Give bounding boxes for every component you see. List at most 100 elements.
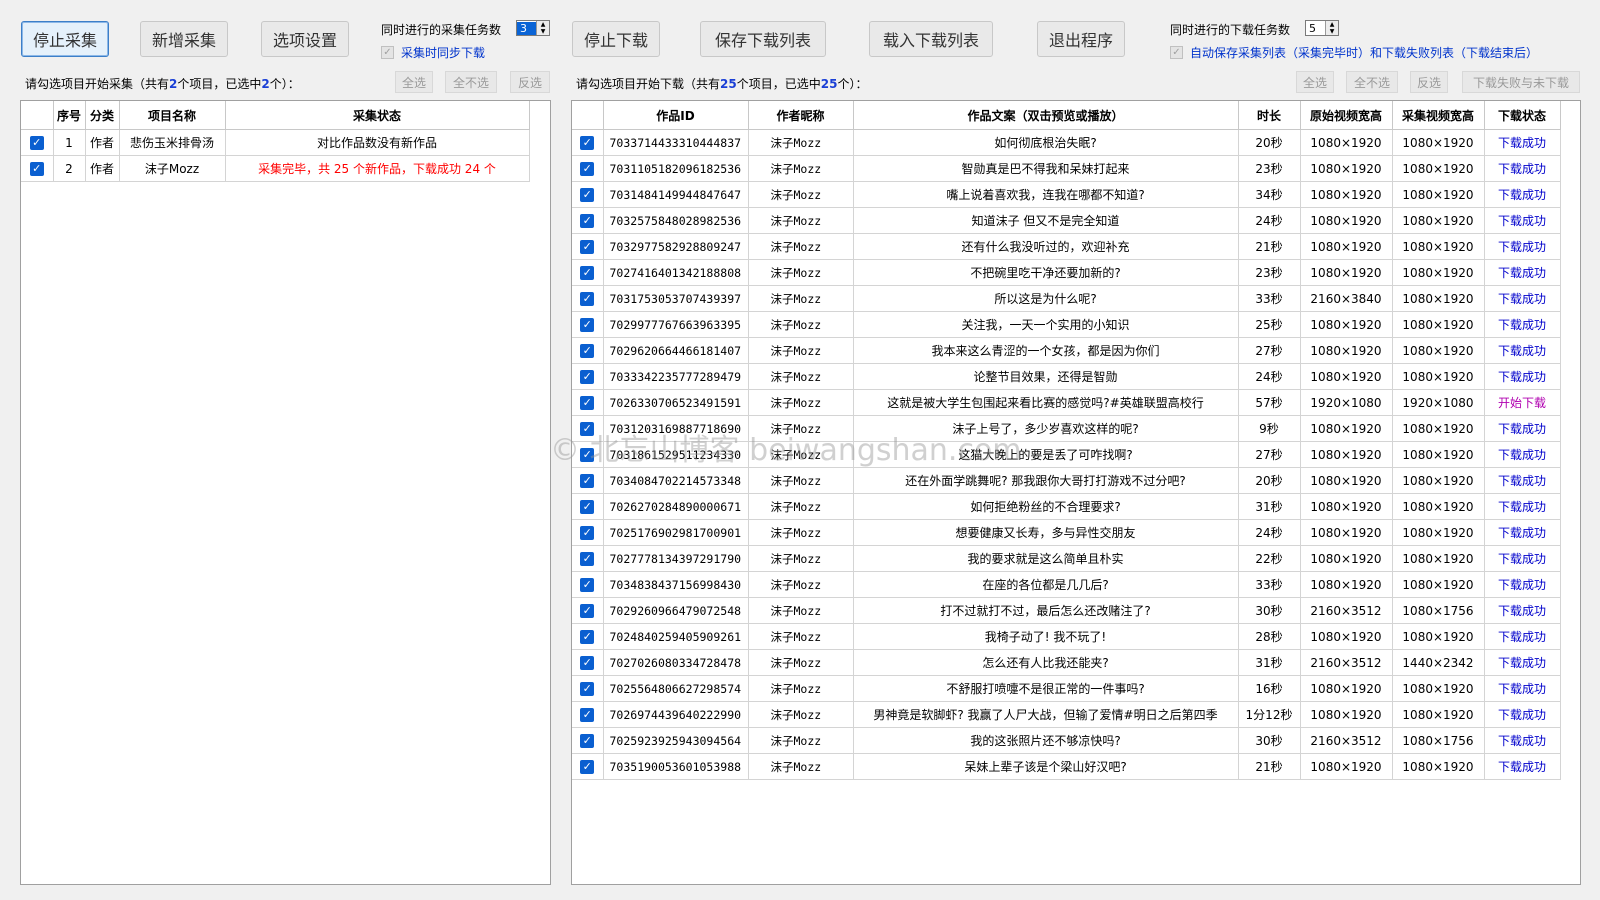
- row-work-text[interactable]: 呆妹上辈子该是个梁山好汉吧?: [853, 753, 1239, 780]
- checkbox-checked-icon[interactable]: ✓: [580, 369, 595, 384]
- table-row[interactable]: ✓ 2 作者 沫子Mozz 采集完毕，共 25 个新作品，下载成功 24 个: [21, 155, 530, 182]
- table-row[interactable]: ✓ 7031105182096182536 沫子Mozz 智勋真是巴不得我和呆妹打起来…: [572, 155, 1561, 182]
- table-row[interactable]: ✓ 7031203169887718690 沫子Mozz 沫子上号了，多少岁喜欢这样的…: [572, 415, 1561, 442]
- row-work-text[interactable]: 这猫大晚上的要是丢了可咋找啊?: [853, 441, 1239, 468]
- row-checkbox[interactable]: ✓: [572, 129, 604, 156]
- table-row[interactable]: ✓ 7031753053707439397 沫子Mozz 所以这是为什么呢? 33秒 21…: [572, 285, 1561, 312]
- row-work-text[interactable]: 知道沫子 但又不是完全知道: [853, 207, 1239, 234]
- table-row[interactable]: ✓ 7024840259405909261 沫子Mozz 我椅子动了! 我不玩了! 28…: [572, 623, 1561, 650]
- checkbox-checked-icon[interactable]: ✓: [580, 759, 595, 774]
- checkbox-checked-icon[interactable]: ✓: [580, 525, 595, 540]
- collect-header-no[interactable]: 序号: [53, 101, 86, 130]
- row-checkbox[interactable]: ✓: [572, 493, 604, 520]
- row-work-text[interactable]: 我的这张照片还不够凉快吗?: [853, 727, 1239, 754]
- row-checkbox[interactable]: ✓: [572, 415, 604, 442]
- row-work-text[interactable]: 在座的各位都是几几后?: [853, 571, 1239, 598]
- table-row[interactable]: ✓ 7034084702214573348 沫子Mozz 还在外面学跳舞呢? 那我跟你…: [572, 467, 1561, 494]
- table-row[interactable]: ✓ 7027416401342188808 沫子Mozz 不把碗里吃干净还要加新的? 2…: [572, 259, 1561, 286]
- checkbox-checked-icon[interactable]: ✓: [29, 135, 44, 150]
- table-row[interactable]: ✓ 7033342235777289479 沫子Mozz 论整节目效果，还得是智勋 24…: [572, 363, 1561, 390]
- stop-download-button[interactable]: 停止下载: [572, 21, 660, 57]
- download-list-panel[interactable]: 作品ID 作者昵称 作品文案（双击预览或播放） 时长 原始视频宽高 采集视频宽高…: [571, 100, 1581, 885]
- row-checkbox[interactable]: ✓: [572, 571, 604, 598]
- row-checkbox[interactable]: ✓: [572, 701, 604, 728]
- checkbox-checked-icon[interactable]: ✓: [580, 135, 595, 150]
- row-work-text[interactable]: 这就是被大学生包围起来看比赛的感觉吗?#英雄联盟高校行: [853, 389, 1239, 416]
- autosave-checkbox[interactable]: ✓ 自动保存采集列表（采集完毕时）和下载失败列表（下载结束后）: [1170, 44, 1538, 61]
- download-header-author[interactable]: 作者昵称: [748, 101, 854, 130]
- table-row[interactable]: ✓ 7025923925943094564 沫子Mozz 我的这张照片还不够凉快吗? 3…: [572, 727, 1561, 754]
- checkbox-checked-icon[interactable]: ✓: [580, 681, 595, 696]
- download-select-none-button[interactable]: 全不选: [1346, 71, 1398, 93]
- checkbox-checked-icon[interactable]: ✓: [580, 655, 595, 670]
- table-row[interactable]: ✓ 7026974439640222990 沫子Mozz 男神竟是软脚虾? 我赢了人尸…: [572, 701, 1561, 728]
- checkbox-checked-icon[interactable]: ✓: [580, 317, 595, 332]
- collect-concurrent-stepper[interactable]: 3 ▲ ▼: [516, 20, 550, 36]
- stepper-arrows-icon[interactable]: ▲ ▼: [1325, 21, 1338, 35]
- table-row[interactable]: ✓ 7025176902981700901 沫子Mozz 想要健康又长寿，多与异性交朋…: [572, 519, 1561, 546]
- stop-collect-button[interactable]: 停止采集: [21, 21, 109, 57]
- row-work-text[interactable]: 关注我，一天一个实用的小知识: [853, 311, 1239, 338]
- download-header-status[interactable]: 下载状态: [1484, 101, 1561, 130]
- save-list-button[interactable]: 保存下载列表: [700, 21, 826, 57]
- collect-invert-button[interactable]: 反选: [510, 71, 550, 93]
- row-checkbox[interactable]: ✓: [572, 519, 604, 546]
- collect-header-cat[interactable]: 分类: [85, 101, 120, 130]
- row-checkbox[interactable]: ✓: [572, 467, 604, 494]
- table-row[interactable]: ✓ 7026270284890000671 沫子Mozz 如何拒绝粉丝的不合理要求? 3…: [572, 493, 1561, 520]
- row-checkbox[interactable]: ✓: [572, 363, 604, 390]
- row-checkbox[interactable]: ✓: [572, 727, 604, 754]
- checkbox-checked-icon[interactable]: ✓: [580, 473, 595, 488]
- row-work-text[interactable]: 不舒服打喷嚏不是很正常的一件事吗?: [853, 675, 1239, 702]
- options-button[interactable]: 选项设置: [261, 21, 349, 57]
- checkbox-checked-icon[interactable]: ✓: [580, 733, 595, 748]
- checkbox-checked-icon[interactable]: ✓: [580, 603, 595, 618]
- checkbox-checked-icon[interactable]: ✓: [580, 499, 595, 514]
- row-checkbox[interactable]: ✓: [572, 311, 604, 338]
- row-work-text[interactable]: 所以这是为什么呢?: [853, 285, 1239, 312]
- row-checkbox[interactable]: ✓: [572, 285, 604, 312]
- collect-list-panel[interactable]: 序号 分类 项目名称 采集状态 ✓ 1 作者 悲伤玉米排骨汤 对比作品数没有新作品 ✓ 2 作…: [20, 100, 551, 885]
- add-collect-button[interactable]: 新增采集: [140, 21, 228, 57]
- checkbox-checked-icon[interactable]: ✓: [580, 707, 595, 722]
- table-row[interactable]: ✓ 7033714433310444837 沫子Mozz 如何彻底根治失眠? 20秒 10…: [572, 129, 1561, 156]
- row-work-text[interactable]: 嘴上说着喜欢我，连我在哪都不知道?: [853, 181, 1239, 208]
- table-row[interactable]: ✓ 7032977582928809247 沫子Mozz 还有什么我没听过的，欢迎补充…: [572, 233, 1561, 260]
- checkbox-checked-icon[interactable]: ✓: [580, 447, 595, 462]
- table-row[interactable]: ✓ 7031484149944847647 沫子Mozz 嘴上说着喜欢我，连我在哪都不…: [572, 181, 1561, 208]
- download-invert-button[interactable]: 反选: [1410, 71, 1448, 93]
- sync-download-checkbox[interactable]: ✓ 采集时同步下载: [381, 44, 485, 61]
- checkbox-checked-icon[interactable]: ✓: [580, 291, 595, 306]
- exit-button[interactable]: 退出程序: [1037, 21, 1125, 57]
- checkbox-checked-icon[interactable]: ✓: [580, 213, 595, 228]
- row-work-text[interactable]: 我椅子动了! 我不玩了!: [853, 623, 1239, 650]
- load-list-button[interactable]: 载入下载列表: [869, 21, 993, 57]
- table-row[interactable]: ✓ 7029260966479072548 沫子Mozz 打不过就打不过，最后怎么还改…: [572, 597, 1561, 624]
- row-work-text[interactable]: 智勋真是巴不得我和呆妹打起来: [853, 155, 1239, 182]
- row-checkbox[interactable]: ✓: [572, 545, 604, 572]
- download-header-coll-size[interactable]: 采集视频宽高: [1392, 101, 1485, 130]
- row-work-text[interactable]: 沫子上号了，多少岁喜欢这样的呢?: [853, 415, 1239, 442]
- checkbox-checked-icon[interactable]: ✓: [29, 161, 44, 176]
- checkbox-checked-icon[interactable]: ✓: [580, 421, 595, 436]
- download-select-all-button[interactable]: 全选: [1296, 71, 1334, 93]
- row-work-text[interactable]: 还有什么我没听过的，欢迎补充: [853, 233, 1239, 260]
- download-header-text[interactable]: 作品文案（双击预览或播放）: [853, 101, 1239, 130]
- download-header-orig-size[interactable]: 原始视频宽高: [1300, 101, 1393, 130]
- row-checkbox[interactable]: ✓: [572, 649, 604, 676]
- row-work-text[interactable]: 男神竟是软脚虾? 我赢了人尸大战，但输了爱情#明日之后第四季: [853, 701, 1239, 728]
- row-checkbox[interactable]: ✓: [572, 233, 604, 260]
- checkbox-checked-icon[interactable]: ✓: [580, 343, 595, 358]
- stepper-arrows-icon[interactable]: ▲ ▼: [536, 21, 549, 35]
- collect-header-status[interactable]: 采集状态: [225, 101, 530, 130]
- checkbox-checked-icon[interactable]: ✓: [580, 577, 595, 592]
- table-row[interactable]: ✓ 7025564806627298574 沫子Mozz 不舒服打喷嚏不是很正常的一件…: [572, 675, 1561, 702]
- row-work-text[interactable]: 论整节目效果，还得是智勋: [853, 363, 1239, 390]
- collect-header-name[interactable]: 项目名称: [119, 101, 226, 130]
- table-row[interactable]: ✓ 7029620664466181407 沫子Mozz 我本来这么青涩的一个女孩，都…: [572, 337, 1561, 364]
- table-row[interactable]: ✓ 7034838437156998430 沫子Mozz 在座的各位都是几几后? 33秒…: [572, 571, 1561, 598]
- row-work-text[interactable]: 如何拒绝粉丝的不合理要求?: [853, 493, 1239, 520]
- row-work-text[interactable]: 怎么还有人比我还能夹?: [853, 649, 1239, 676]
- table-row[interactable]: ✓ 7031861529511234330 沫子Mozz 这猫大晚上的要是丢了可咋找啊…: [572, 441, 1561, 468]
- row-work-text[interactable]: 如何彻底根治失眠?: [853, 129, 1239, 156]
